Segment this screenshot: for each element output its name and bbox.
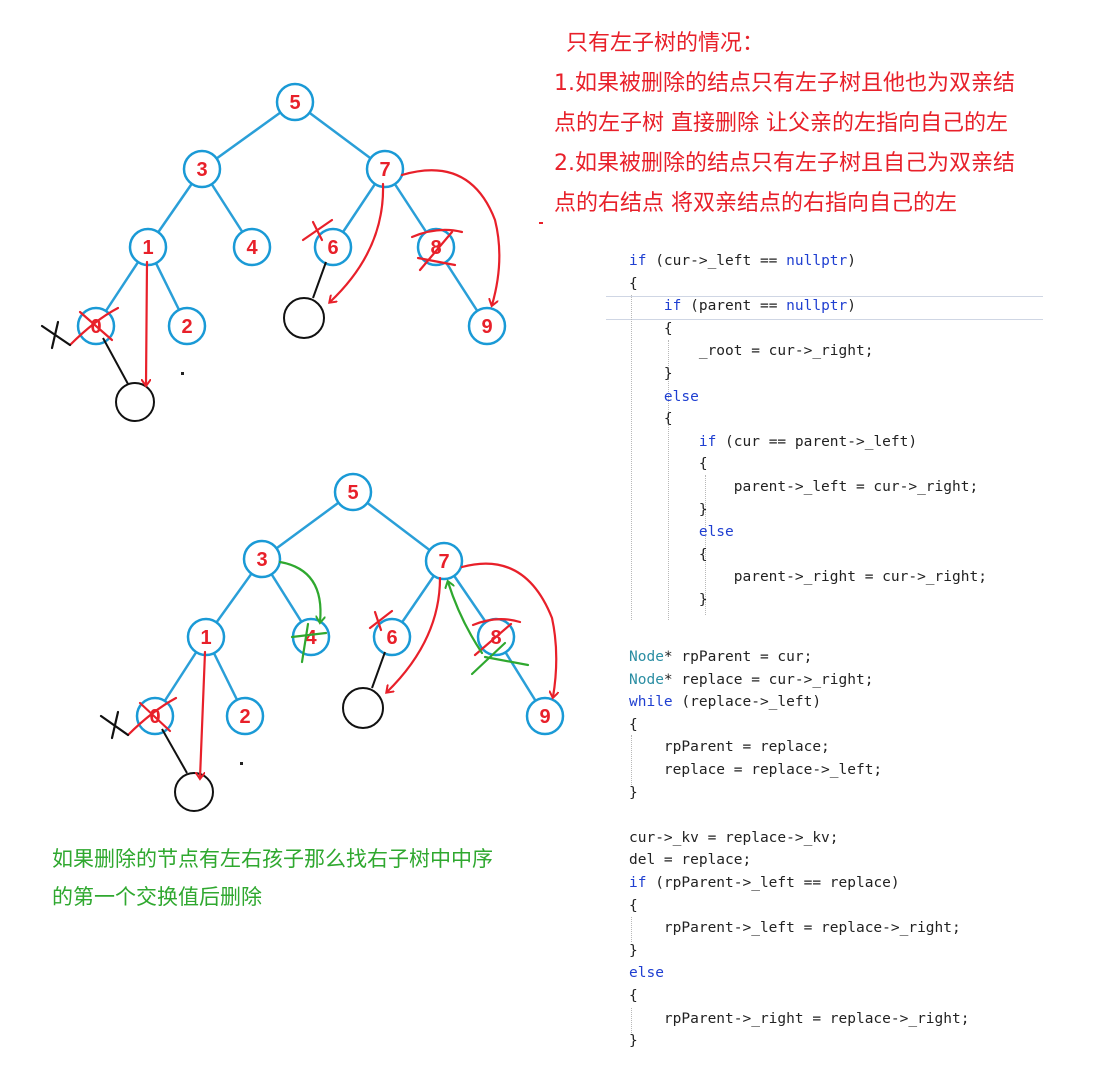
code-line: } bbox=[629, 784, 638, 801]
node-label: 9 bbox=[539, 706, 550, 728]
code-line: { bbox=[629, 716, 638, 733]
node-label: 3 bbox=[196, 159, 207, 181]
note-two-children: 如果删除的节点有左右孩子那么找右子树中中序 的第一个交换值后删除 bbox=[52, 840, 572, 916]
note-line: 点的右结点 将双亲结点的右指向自己的左 bbox=[554, 191, 957, 216]
tree-top-annotations bbox=[68, 169, 501, 385]
node-label: 2 bbox=[181, 316, 192, 338]
node-label: 3 bbox=[256, 549, 267, 571]
tree-bottom-empty-nodes bbox=[161, 651, 386, 812]
code-line: if (cur == parent->_left) bbox=[698, 433, 918, 450]
code-line: if (rpParent->_left == replace) bbox=[629, 874, 900, 891]
code-line: parent->_left = cur->_right; bbox=[629, 478, 979, 495]
note-left-subtree-only: 只有左子树的情况： 1.如果被删除的结点只有左子树且他也为双亲结 点的左子树 直… bbox=[554, 24, 1099, 224]
code-line: { bbox=[629, 320, 673, 337]
tree-node: 1 bbox=[186, 617, 226, 657]
tree-node: 2 bbox=[167, 306, 207, 346]
note-title: 只有左子树的情况： bbox=[566, 31, 765, 56]
code-line: { bbox=[629, 411, 673, 428]
tree-node: 9 bbox=[467, 306, 507, 346]
code-line: rpParent->_right = replace->_right; bbox=[629, 1010, 970, 1027]
tree-node: 3 bbox=[182, 149, 222, 189]
tree-top-nodes: 5 3 7 1 4 6 8 0 2 9 bbox=[76, 82, 507, 346]
code-line: parent->_right = cur->_right; bbox=[629, 569, 987, 586]
node-label: 6 bbox=[386, 627, 397, 649]
tree-bottom-annotations bbox=[126, 562, 556, 778]
tree-node: 7 bbox=[424, 541, 464, 581]
node-label: 6 bbox=[327, 237, 338, 259]
code-line: else bbox=[663, 388, 699, 405]
code-line: } bbox=[629, 365, 673, 382]
node-label: 1 bbox=[142, 237, 153, 259]
x-mark-icon bbox=[40, 320, 72, 350]
x-mark-icon bbox=[99, 710, 130, 740]
code-line: { bbox=[629, 275, 638, 292]
stray-marks bbox=[539, 222, 543, 224]
tree-bottom: 5 3 7 1 4 6 8 0 2 9 bbox=[99, 472, 565, 812]
code-line: } bbox=[629, 1033, 638, 1050]
code-line: Node* rpParent = cur; bbox=[629, 649, 813, 665]
tree-node: 5 bbox=[333, 472, 373, 512]
code-line: } bbox=[629, 942, 638, 959]
note-line: 的第一个交换值后删除 bbox=[52, 885, 262, 909]
tree-top-edges bbox=[94, 100, 489, 327]
code-line: else bbox=[629, 965, 664, 982]
code-line: rpParent->_left = replace->_right; bbox=[629, 920, 961, 937]
tree-node: 1 bbox=[128, 227, 168, 267]
tree-node: 5 bbox=[275, 82, 315, 122]
code-line: { bbox=[629, 987, 638, 1004]
code-line: { bbox=[629, 456, 708, 473]
code-line: del = replace; bbox=[629, 852, 752, 869]
tree-node: 7 bbox=[365, 149, 405, 189]
node-label: 5 bbox=[289, 92, 300, 114]
code-line: while (replace->_left) bbox=[629, 694, 822, 711]
code-line: else bbox=[698, 524, 734, 541]
tree-top-empty-nodes bbox=[102, 261, 327, 422]
code-line: if (cur->_left == nullptr) bbox=[629, 253, 856, 269]
tree-node: 4 bbox=[232, 227, 272, 267]
tree-node: 9 bbox=[525, 696, 565, 736]
code-line: replace = replace->_left; bbox=[629, 761, 883, 778]
tree-node: 3 bbox=[242, 539, 282, 579]
node-label: 2 bbox=[239, 706, 250, 728]
tree-top: 5 3 7 1 4 6 8 0 2 9 bbox=[40, 82, 507, 422]
note-line: 如果删除的节点有左右孩子那么找右子树中中序 bbox=[52, 847, 493, 871]
node-label: 4 bbox=[246, 237, 258, 259]
note-line: 2.如果被删除的结点只有左子树且自己为双亲结 bbox=[554, 151, 1015, 176]
code-line: } bbox=[629, 591, 708, 608]
code-line: } bbox=[629, 501, 708, 518]
code-line: cur->_kv = replace->_kv; bbox=[629, 829, 839, 846]
code-block-left-only: if (cur->_left == nullptr) { if (parent =… bbox=[629, 250, 987, 612]
tree-bottom-nodes: 5 3 7 1 4 6 8 0 2 9 bbox=[135, 472, 565, 736]
node-label: 7 bbox=[438, 551, 449, 573]
node-label: 5 bbox=[347, 482, 358, 504]
code-line: _root = cur->_right; bbox=[629, 343, 874, 360]
tree-node: 2 bbox=[225, 696, 265, 736]
node-label: 1 bbox=[200, 627, 211, 649]
code-line: if (parent == nullptr) bbox=[663, 298, 856, 315]
code-block-two-children: Node* rpParent = cur; Node* replace = cur… bbox=[629, 646, 969, 1053]
node-label: 9 bbox=[481, 316, 492, 338]
note-line: 点的左子树 直接删除 让父亲的左指向自己的左 bbox=[554, 111, 1008, 136]
code-line: rpParent = replace; bbox=[629, 739, 830, 756]
note-line: 1.如果被删除的结点只有左子树且他也为双亲结 bbox=[554, 71, 1015, 96]
code-line: Node* replace = cur->_right; bbox=[629, 671, 874, 688]
node-label: 7 bbox=[379, 159, 390, 181]
code-line: { bbox=[629, 546, 708, 563]
code-line: { bbox=[629, 897, 638, 914]
tree-bottom-edges bbox=[153, 490, 547, 717]
